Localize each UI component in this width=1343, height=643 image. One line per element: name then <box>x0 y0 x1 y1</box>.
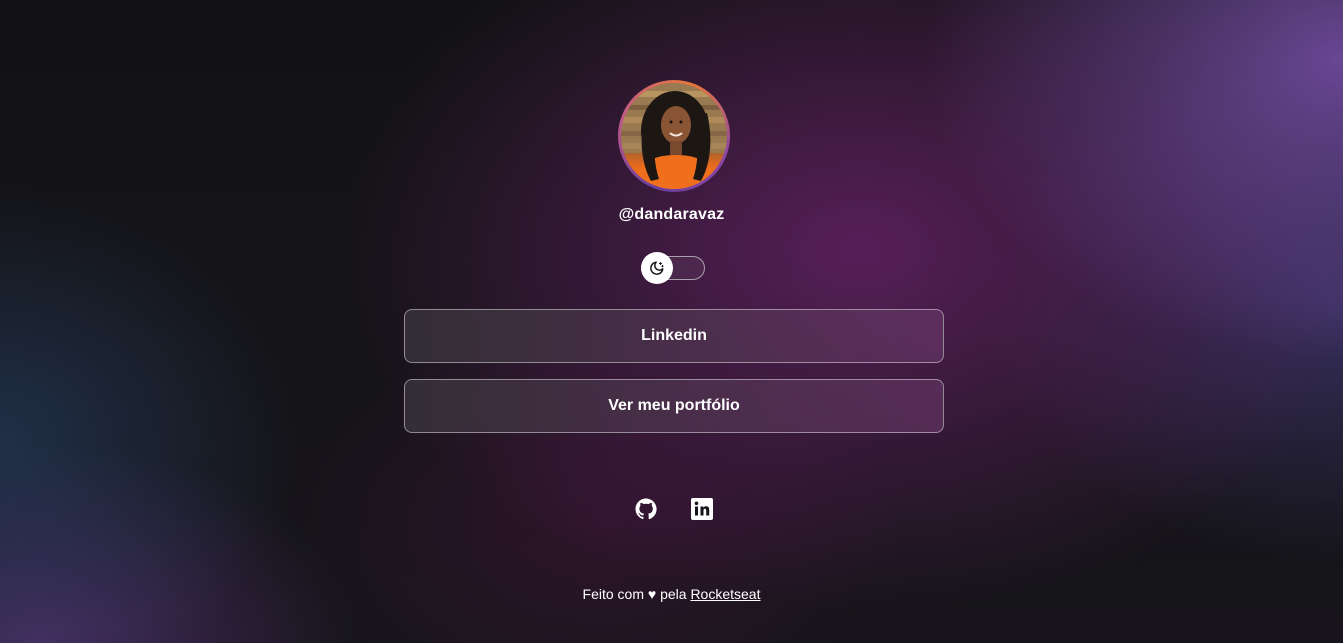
theme-toggle[interactable] <box>641 252 705 284</box>
profile-handle: @dandaravaz <box>618 206 725 223</box>
theme-toggle-knob[interactable] <box>641 252 673 284</box>
avatar-photo <box>621 83 727 189</box>
footer-middle: pela <box>660 586 687 602</box>
github-icon <box>635 498 657 520</box>
linkedin-social-link[interactable] <box>689 496 715 522</box>
moon-icon <box>650 261 664 275</box>
github-social-link[interactable] <box>633 496 659 522</box>
footer-prefix: Feito com <box>582 586 644 602</box>
linkedin-icon <box>691 498 713 520</box>
portfolio-link-button[interactable]: Ver meu portfólio <box>404 379 944 433</box>
footer: Feito com ♥ pela Rocketseat <box>0 586 1343 602</box>
heart-icon: ♥ <box>647 586 657 602</box>
avatar <box>621 83 727 189</box>
linkedin-link-button[interactable]: Linkedin <box>404 309 944 363</box>
avatar-ring <box>618 80 730 192</box>
rocketseat-link[interactable]: Rocketseat <box>690 586 760 602</box>
